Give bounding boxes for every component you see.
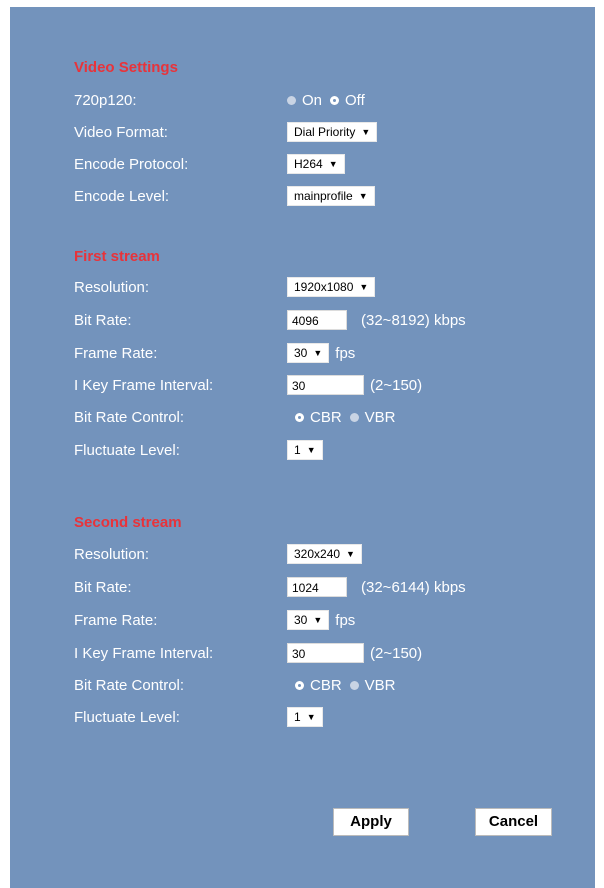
encode-protocol-value: H264 [294,157,323,171]
label-first-bit-rate-control: Bit Rate Control: [74,408,185,426]
settings-panel: Video Settings 720p120: On Off Video For… [10,7,595,888]
label-first-resolution: Resolution: [74,278,150,296]
radio-720p120-off[interactable] [330,95,340,105]
section-title-second-stream: Second stream [74,514,182,531]
section-title-video-settings: Video Settings [74,59,178,76]
radio-second-vbr[interactable] [349,680,359,690]
radio-label-cbr[interactable]: CBR [310,677,342,694]
dropdown-arrow-icon: ▼ [328,159,338,169]
dropdown-arrow-icon: ▼ [361,127,371,137]
label-720p120: 720p120: [74,91,137,109]
dropdown-arrow-icon: ▼ [306,712,316,722]
encode-level-select[interactable]: mainprofile ▼ [287,186,375,206]
dropdown-arrow-icon: ▼ [306,445,316,455]
radio-first-cbr[interactable] [295,412,304,422]
second-bit-rate-control-group: CBR VBR [287,677,396,694]
dropdown-arrow-icon: ▼ [346,549,355,559]
label-encode-level: Encode Level: [74,187,170,205]
label-first-fluctuate-level: Fluctuate Level: [74,441,180,459]
second-frame-rate-unit: fps [335,611,356,629]
radio-label-vbr[interactable]: VBR [365,677,396,694]
radio-720p120-on[interactable] [287,95,296,105]
label-second-bit-rate-control: Bit Rate Control: [74,676,185,694]
radio-group-720p120: On Off [287,92,365,109]
label-second-frame-rate: Frame Rate: [74,611,158,629]
first-frame-rate-select[interactable]: 30 ▼ [287,343,330,363]
label-first-key-interval: I Key Frame Interval: [74,376,214,394]
first-frame-rate-value: 30 [294,346,308,360]
first-frame-rate-unit: fps [335,344,356,362]
section-title-first-stream: First stream [74,248,160,265]
video-format-select[interactable]: Dial Priority ▼ [287,122,378,142]
second-key-interval-input[interactable]: 30 [287,643,364,663]
radio-label-vbr[interactable]: VBR [365,409,396,426]
dropdown-arrow-icon: ▼ [313,348,323,358]
second-frame-rate-value: 30 [294,613,308,627]
label-video-format: Video Format: [74,123,168,141]
label-first-frame-rate: Frame Rate: [74,344,158,362]
dropdown-arrow-icon: ▼ [358,191,368,201]
label-encode-protocol: Encode Protocol: [74,155,189,173]
dropdown-arrow-icon: ▼ [359,282,369,292]
first-resolution-select[interactable]: 1920x1080 ▼ [287,277,376,297]
first-fluctuate-level-select[interactable]: 1 ▼ [287,440,323,460]
radio-label-off[interactable]: Off [345,92,365,109]
label-second-fluctuate-level: Fluctuate Level: [74,708,180,726]
radio-label-cbr[interactable]: CBR [310,409,342,426]
apply-button[interactable]: Apply [333,808,409,836]
label-second-key-interval: I Key Frame Interval: [74,644,214,662]
first-fluctuate-level-value: 1 [294,443,301,457]
dropdown-arrow-icon: ▼ [313,615,323,625]
second-key-interval-range: (2~150) [370,644,423,662]
radio-first-vbr[interactable] [349,412,359,422]
first-bit-rate-control-group: CBR VBR [287,409,396,426]
first-key-interval-input[interactable]: 30 [287,375,364,395]
second-resolution-value: 320x240 [294,547,341,561]
radio-second-cbr[interactable] [295,680,304,690]
label-first-bit-rate: Bit Rate: [74,311,132,329]
label-second-bit-rate: Bit Rate: [74,578,132,596]
first-resolution-value: 1920x1080 [294,280,354,294]
radio-label-on[interactable]: On [302,92,322,109]
cancel-button[interactable]: Cancel [475,808,552,836]
second-bit-rate-input[interactable]: 1024 [287,577,347,597]
video-format-value: Dial Priority [294,125,356,139]
second-bit-rate-range: (32~6144) kbps [361,578,466,596]
first-bit-rate-range: (32~8192) kbps [361,311,466,329]
first-bit-rate-input[interactable]: 4096 [287,310,347,330]
label-second-resolution: Resolution: [74,545,150,563]
encode-level-value: mainprofile [294,189,353,203]
second-fluctuate-level-select[interactable]: 1 ▼ [287,707,323,727]
encode-protocol-select[interactable]: H264 ▼ [287,154,345,174]
second-frame-rate-select[interactable]: 30 ▼ [287,610,330,630]
second-resolution-select[interactable]: 320x240 ▼ [287,544,362,564]
first-key-interval-range: (2~150) [370,376,423,394]
second-fluctuate-level-value: 1 [294,710,301,724]
